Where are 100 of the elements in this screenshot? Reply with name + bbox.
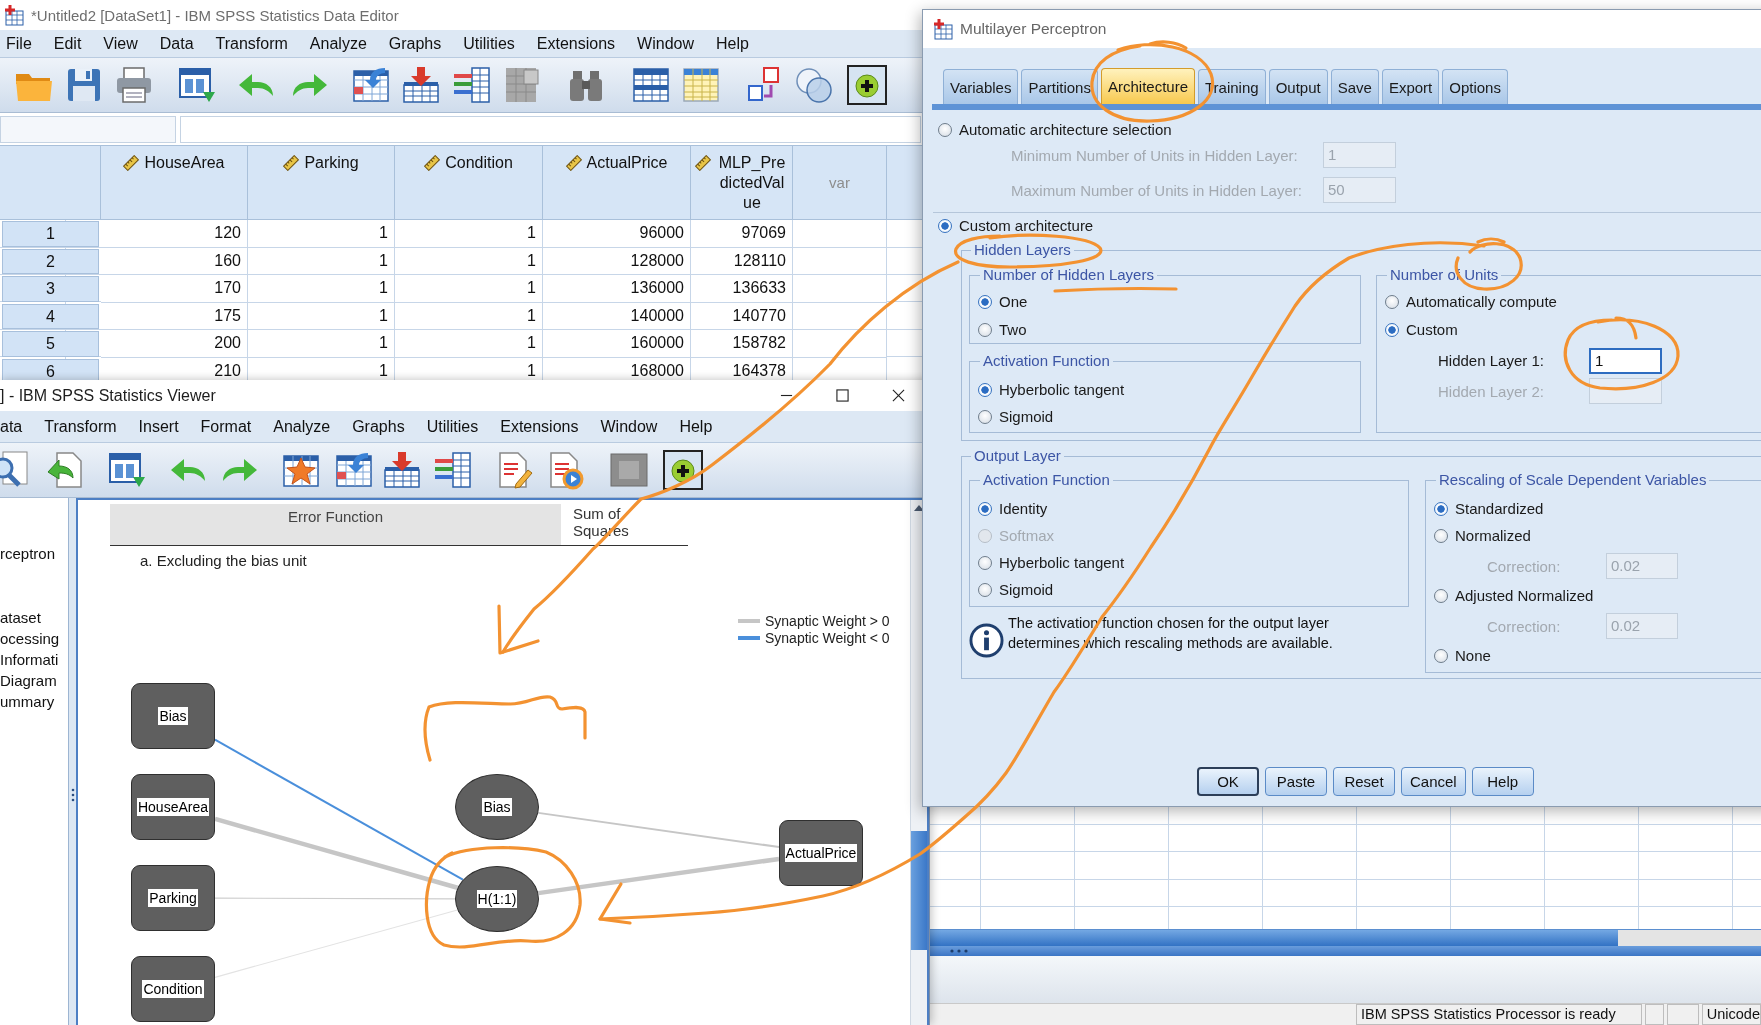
column-header[interactable]: Condition [395,146,543,219]
radio-option[interactable]: Normalized [1434,526,1531,546]
radio-icon[interactable] [1434,589,1448,603]
table-arrow-icon[interactable] [351,65,391,105]
outline-item[interactable]: rceptron [0,543,56,564]
row-header[interactable]: 5 [2,331,99,357]
table-arrow-icon[interactable] [334,450,374,490]
variable-list-icon[interactable] [452,65,492,105]
grip-icon[interactable] [949,948,969,954]
table-down-arrow-icon[interactable] [401,65,441,105]
variable-list-icon[interactable] [433,450,473,490]
menu-item[interactable]: Data [159,34,194,53]
radio-icon[interactable] [978,323,992,337]
menu-item[interactable]: Insert [138,417,179,436]
dialog-button[interactable]: Cancel [1401,767,1466,796]
radio-option[interactable]: Adjusted Normalized [1434,586,1594,606]
dialog-button[interactable]: OK [1197,767,1259,796]
row-header[interactable]: 2 [2,248,99,274]
number-field[interactable]: 1 [1589,347,1662,374]
radio-icon[interactable] [978,383,992,397]
tab[interactable]: Variables [943,69,1019,104]
table-down-arrow-icon[interactable] [382,450,422,490]
radio-option[interactable]: Hyberbolic tangent [978,380,1125,400]
tab[interactable]: Partitions [1021,69,1098,104]
outline-item[interactable]: ummary [0,691,55,712]
radio-option[interactable]: Standardized [1434,499,1544,519]
menu-item[interactable]: Extensions [500,417,579,436]
outline-item[interactable]: Diagram [0,670,57,691]
menu-item[interactable]: Help [716,34,749,53]
column-header[interactable]: HouseArea [101,146,248,219]
tab[interactable]: Architecture [1100,68,1195,104]
circles-icon[interactable] [794,65,834,105]
document-arrow-icon[interactable] [45,450,85,490]
menu-item[interactable]: Edit [53,34,82,53]
menu-item[interactable]: Help [679,417,713,436]
menu-item[interactable]: ata [0,417,23,436]
cell-value-field[interactable] [180,115,921,143]
menu-item[interactable]: Analyze [273,417,331,436]
menu-item[interactable]: Graphs [352,417,405,436]
radio-option[interactable]: Hyberbolic tangent [978,553,1125,573]
tab[interactable]: Export [1381,69,1440,104]
plus-icon[interactable] [663,450,703,490]
menu-item[interactable]: Transform [215,34,288,53]
menu-item[interactable]: View [103,34,138,53]
column-header[interactable]: MLP_PredictedValue [691,146,793,219]
radio-icon[interactable] [1385,295,1399,309]
radio-option[interactable]: Custom architecture [938,216,1094,236]
table-icon[interactable] [681,65,721,105]
menu-item[interactable]: Utilities [426,417,479,436]
radio-option[interactable]: None [1434,646,1491,666]
radio-icon[interactable] [1385,323,1399,337]
cell-name-field[interactable] [0,115,176,143]
dialog-button[interactable]: Paste [1265,767,1327,796]
radio-icon[interactable] [1434,502,1448,516]
column-header[interactable]: ActualPrice [543,146,691,219]
maximize-icon[interactable] [835,389,849,402]
radio-icon[interactable] [1434,529,1448,543]
radio-icon[interactable] [978,502,992,516]
table-icon[interactable] [631,65,671,105]
scrollbar-thumb[interactable] [930,930,1618,946]
radio-option[interactable]: Sigmoid [978,407,1054,427]
menu-item[interactable]: Analyze [309,34,367,53]
radio-icon[interactable] [978,583,992,597]
row-header[interactable]: 3 [2,276,99,302]
plus-icon[interactable] [847,65,887,105]
menu-item[interactable]: Transform [44,417,117,436]
grip-icon[interactable] [70,788,75,802]
radio-icon[interactable] [938,219,952,233]
radio-icon[interactable] [978,410,992,424]
close-icon[interactable] [891,389,905,402]
radio-icon[interactable] [1434,649,1448,663]
radio-option[interactable]: Custom [1385,320,1458,340]
outline-item[interactable]: Informati [0,649,59,670]
tab[interactable]: Save [1330,69,1379,104]
radio-option[interactable]: One [978,292,1028,312]
menu-item[interactable]: Window [600,417,658,436]
scrollbar-thumb[interactable] [911,831,927,950]
row-header[interactable]: 4 [2,303,99,329]
dialog-button[interactable]: Help [1471,767,1534,796]
menu-item[interactable]: Utilities [463,34,515,53]
outline-item[interactable]: ocessing [0,628,60,649]
tab[interactable]: Options [1442,69,1508,104]
column-header[interactable]: Parking [248,146,395,219]
menu-item[interactable]: Extensions [536,34,616,53]
square-icon[interactable] [609,450,649,490]
radio-option[interactable]: Sigmoid [978,580,1054,600]
radio-icon[interactable] [938,123,952,137]
menu-item[interactable]: File [6,34,32,53]
menu-item[interactable]: Window [637,34,694,53]
menu-item[interactable]: Graphs [388,34,442,53]
radio-icon[interactable] [978,556,992,570]
menu-item[interactable]: Format [200,417,252,436]
horizontal-scrollbar[interactable] [930,929,1761,946]
radio-icon[interactable] [978,295,992,309]
row-header[interactable]: 1 [2,221,99,247]
outline-item[interactable]: ataset [0,607,41,628]
print-icon[interactable] [114,65,154,105]
dialog-button[interactable]: Reset [1333,767,1395,796]
radio-option[interactable]: Automatically compute [1385,292,1557,312]
radio-option[interactable]: Identity [978,499,1048,519]
